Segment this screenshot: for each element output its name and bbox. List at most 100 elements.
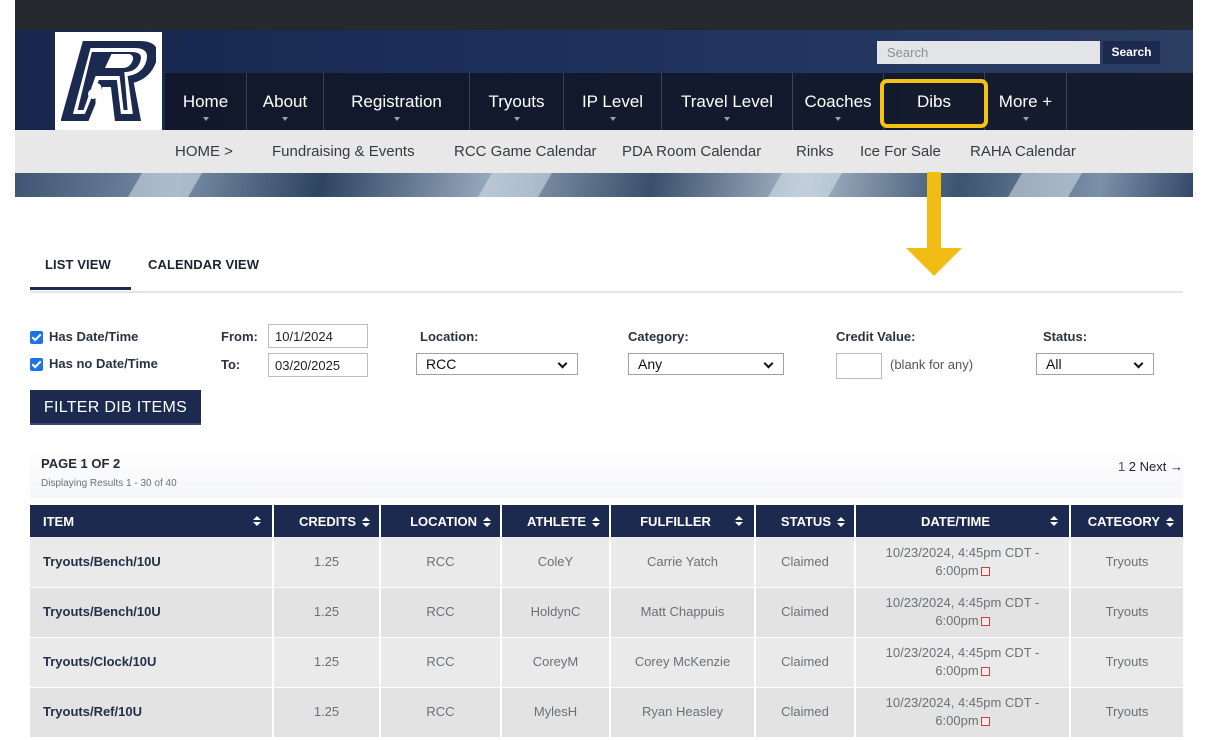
r-shamrock-logo-icon — [61, 41, 156, 121]
date-time-start: 10/23/2024, 4:45pm CDT - — [885, 645, 1040, 660]
has-date-time-checkbox[interactable] — [30, 331, 43, 344]
subnav-rinks[interactable]: Rinks — [796, 130, 834, 173]
subnav-rcc-game-calendar[interactable]: RCC Game Calendar — [454, 130, 597, 173]
nav-item-label: Coaches — [804, 92, 872, 111]
credit-value-hint: (blank for any) — [890, 357, 974, 372]
caret-down-icon — [609, 117, 616, 121]
has-date-time-label: Has Date/Time — [49, 329, 139, 344]
subnav-ice-for-sale[interactable]: Ice For Sale — [860, 130, 941, 173]
nav-item-home[interactable]: Home — [165, 73, 247, 130]
nav-item-label: Registration — [351, 92, 442, 111]
cell-item[interactable]: Tryouts/Clock/10U — [30, 637, 274, 688]
dibs-highlight-annotation — [880, 79, 988, 128]
cell-credits: 1.25 — [273, 537, 381, 588]
nav-item-travel-level[interactable]: Travel Level — [662, 73, 793, 130]
column-header-label: LOCATION — [410, 513, 477, 529]
sub-nav: HOME > Fundraising & Events RCC Game Cal… — [15, 130, 1193, 173]
sort-icon — [735, 516, 743, 527]
cell-date-time: 10/23/2024, 4:45pm CDT - 6:00pm — [855, 587, 1071, 638]
category-select[interactable]: Any — [628, 353, 784, 375]
subnav-fundraising-events[interactable]: Fundraising & Events — [272, 130, 415, 173]
cell-location: RCC — [380, 537, 502, 588]
column-header-item[interactable]: ITEM — [30, 505, 274, 537]
has-no-date-time-checkbox[interactable] — [30, 358, 43, 371]
caret-down-icon — [282, 117, 288, 121]
from-date-input[interactable] — [268, 324, 368, 348]
next-page-link[interactable]: Next → — [1140, 459, 1183, 474]
nav-item-label: Home — [182, 92, 229, 111]
column-header-label: CREDITS — [298, 513, 356, 529]
cell-credits: 1.25 — [273, 637, 381, 688]
nav-item-more[interactable]: More + — [985, 73, 1067, 130]
cell-credits: 1.25 — [273, 587, 381, 638]
cell-item[interactable]: Tryouts/Bench/10U — [30, 537, 274, 588]
filter-dib-items-button[interactable]: FILTER DIB ITEMS — [30, 390, 201, 425]
nav-item-tryouts[interactable]: Tryouts — [470, 73, 564, 130]
tabs-divider — [30, 291, 1183, 293]
page-2-link[interactable]: 2 — [1129, 459, 1136, 474]
caret-down-icon — [393, 117, 400, 121]
has-no-date-time-label: Has no Date/Time — [49, 356, 158, 371]
nav-item-label: More + — [998, 92, 1053, 111]
column-header-athlete[interactable]: ATHLETE — [501, 505, 611, 537]
table-row: Tryouts/Clock/10U 1.25 RCC CoreyM Corey … — [30, 637, 1183, 688]
arrow-down-icon — [906, 248, 962, 276]
sort-icon — [592, 516, 600, 528]
results-count: Displaying Results 1 - 30 of 40 — [41, 478, 177, 489]
calendar-add-icon[interactable] — [980, 617, 990, 626]
location-select-value: RCC — [426, 356, 457, 372]
pagination: 1 2 Next → — [1118, 459, 1183, 474]
cell-date-time: 10/23/2024, 4:45pm CDT - 6:00pm — [855, 637, 1071, 688]
page-1-current: 1 — [1117, 459, 1126, 474]
nav-item-about[interactable]: About — [247, 73, 324, 130]
cell-status: Claimed — [755, 537, 856, 588]
search-button[interactable]: Search — [1103, 41, 1160, 64]
cell-status: Claimed — [755, 687, 856, 738]
club-logo[interactable] — [55, 32, 162, 130]
subnav-raha-calendar[interactable]: RAHA Calendar — [970, 130, 1076, 173]
column-header-date-time[interactable]: DATE/TIME — [855, 505, 1071, 537]
calendar-add-icon[interactable] — [980, 717, 990, 726]
column-header-label: CATEGORY — [1087, 513, 1160, 529]
cell-date-time: 10/23/2024, 4:45pm CDT - 6:00pm — [855, 537, 1071, 588]
column-header-location[interactable]: LOCATION — [380, 505, 502, 537]
tab-list-view[interactable]: LIST VIEW — [30, 242, 131, 290]
top-band — [15, 0, 1193, 30]
nav-item-coaches[interactable]: Coaches — [793, 73, 884, 130]
calendar-add-icon[interactable] — [980, 566, 990, 576]
credit-value-input[interactable] — [836, 353, 882, 379]
status-select-value: All — [1046, 356, 1062, 372]
status-select[interactable]: All — [1036, 353, 1154, 375]
column-header-status[interactable]: STATUS — [755, 505, 856, 537]
chevron-down-icon — [763, 358, 774, 369]
cell-date-time: 10/23/2024, 4:45pm CDT - 6:00pm — [855, 687, 1071, 738]
cell-item[interactable]: Tryouts/Bench/10U — [30, 587, 274, 638]
cell-fulfiller: Matt Chappuis — [610, 587, 756, 638]
date-time-end: 6:00pm — [935, 562, 979, 578]
nav-item-label: Tryouts — [488, 92, 545, 111]
column-header-label: ITEM — [43, 513, 75, 529]
column-header-category[interactable]: CATEGORY — [1070, 505, 1183, 537]
breadcrumb-home[interactable]: HOME > — [175, 130, 233, 173]
nav-item-ip-level[interactable]: IP Level — [564, 73, 662, 130]
location-select[interactable]: RCC — [416, 353, 578, 375]
subnav-pda-room-calendar[interactable]: PDA Room Calendar — [622, 130, 761, 173]
search-input[interactable] — [877, 41, 1100, 64]
cell-item[interactable]: Tryouts/Ref/10U — [30, 687, 274, 738]
from-label: From: — [221, 329, 258, 344]
cell-fulfiller: Carrie Yatch — [610, 537, 756, 588]
table-header-row: ITEM CREDITS LOCATION ATHLETE FULFILLER … — [30, 505, 1183, 537]
column-header-fulfiller[interactable]: FULFILLER — [610, 505, 756, 537]
table-row: Tryouts/Bench/10U 1.25 RCC HoldynC Matt … — [30, 587, 1183, 638]
cell-category: Tryouts — [1070, 687, 1183, 738]
caret-down-icon — [1022, 117, 1029, 121]
nav-item-registration[interactable]: Registration — [324, 73, 470, 130]
cell-fulfiller: Corey McKenzie — [610, 637, 756, 688]
column-header-credits[interactable]: CREDITS — [273, 505, 381, 537]
to-date-input[interactable] — [268, 353, 368, 377]
column-header-label: ATHLETE — [527, 513, 586, 529]
calendar-add-icon[interactable] — [980, 667, 990, 676]
sort-icon — [1050, 516, 1058, 527]
tab-calendar-view[interactable]: CALENDAR VIEW — [148, 242, 278, 290]
cell-category: Tryouts — [1070, 637, 1183, 688]
